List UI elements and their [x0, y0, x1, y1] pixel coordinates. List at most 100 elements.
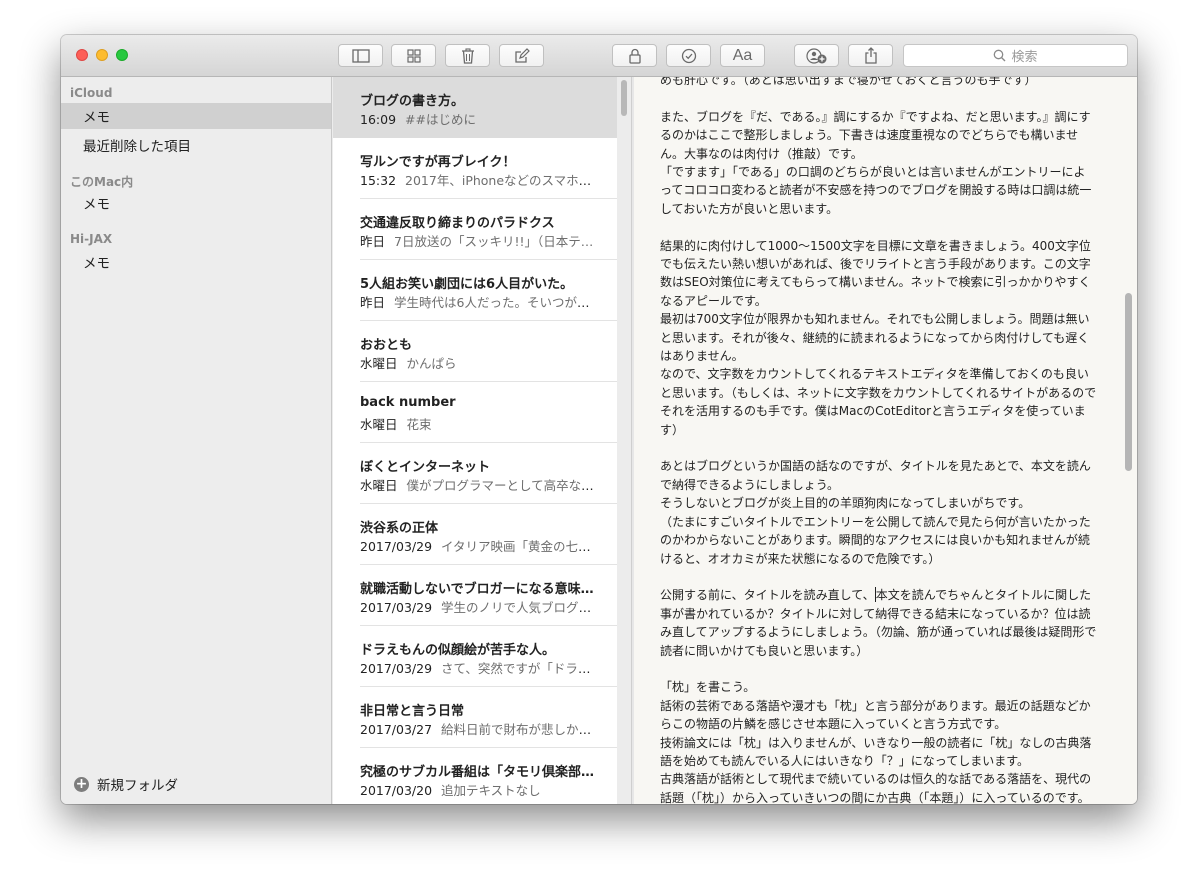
search-field[interactable]: 検索: [903, 44, 1128, 67]
note-list-item[interactable]: ぼくとインターネット 水曜日 僕がプログラマーとして高卒なが…: [333, 443, 617, 504]
account-header-hijax: Hi-JAX: [70, 232, 113, 246]
body-line: [660, 218, 1097, 236]
note-snippet: 2017年、iPhoneなどのスマホで…: [405, 173, 598, 188]
note-date: 昨日: [360, 295, 386, 310]
body-line: 話術の芸術である落語や漫才も「枕」と言う部分があります。最近の話題などからこの物…: [660, 698, 1091, 732]
folder-label: 最近削除した項目: [83, 139, 191, 155]
note-list: ブログの書き方。 16:09 ##はじめに 写ルンですが再ブレイク！ 15:32 2…: [333, 77, 617, 804]
note-date: 2017/03/27: [360, 722, 433, 737]
note-list-item[interactable]: 究極のサブカル番組は「タモリ倶楽部… 2017/03/20 追加テキストなし: [333, 748, 617, 804]
note-list-item[interactable]: おおとも 水曜日 かんぱら: [333, 321, 617, 382]
note-list-item[interactable]: 渋谷系の正体 2017/03/29 イタリア映画「黄金の七人…: [333, 504, 617, 565]
new-folder-button[interactable]: + 新規フォルダ: [74, 774, 178, 794]
body-line: [660, 439, 1097, 457]
minimize-window-button[interactable]: [96, 49, 108, 61]
note-editor[interactable]: めも肝心です。（あとは思い出すまで寝かせておくと言うのも手です） また、ブログを…: [634, 77, 1137, 804]
folders-sidebar: iCloud メモ 最近削除した項目 このMac内 メモ Hi-JAX メモ +…: [61, 77, 332, 804]
note-date: 水曜日: [360, 417, 398, 432]
new-note-button[interactable]: [499, 44, 544, 67]
note-title: おおとも: [360, 338, 413, 353]
note-date: 2017/03/29: [360, 661, 433, 676]
body-line: [660, 660, 1097, 678]
body-line: 「枕」を書こう。: [660, 680, 756, 695]
body-line: 古典落語が話術として現代まで続いているのは恒久的な話である落語を、現代の話題（「…: [660, 772, 1092, 804]
note-snippet: 学生のノリで人気ブログを…: [441, 600, 598, 615]
add-person-icon: [805, 47, 826, 64]
body-line: 最初は700文字位が限界かも知れません。それでも公開しましょう。問題は無いと思い…: [660, 312, 1090, 364]
folder-label: メモ: [83, 256, 110, 272]
body-line: めも肝心です。（あとは思い出すまで寝かせておくと言うのも手です）: [660, 77, 1037, 87]
sidebar-icon: [351, 48, 370, 63]
folder-icloud-memo[interactable]: メモ: [61, 103, 331, 129]
folder-hijax-memo[interactable]: メモ: [61, 249, 331, 275]
gallery-view-button[interactable]: [391, 44, 436, 67]
note-list-item[interactable]: back number 水曜日 花束: [333, 382, 617, 443]
zoom-window-button[interactable]: [116, 49, 128, 61]
note-list-item[interactable]: ドラえもんの似顔絵が苦手な人。 2017/03/29 さて、突然ですが「ドラえ…: [333, 626, 617, 687]
note-snippet: 学生時代は6人だった。そいつが脚…: [394, 295, 598, 310]
body-line: また、ブログを『だ、である。』調にするか『ですよね、だと思います。』調にするのか…: [660, 109, 1091, 161]
account-header-icloud: iCloud: [70, 86, 113, 100]
share-button[interactable]: [848, 44, 893, 67]
note-snippet: 僕がプログラマーとして高卒なが…: [406, 478, 598, 493]
note-date: 水曜日: [360, 356, 398, 371]
format-label: Aa: [732, 46, 753, 64]
note-title: ブログの書き方。: [360, 94, 465, 109]
note-date: 水曜日: [360, 478, 398, 493]
note-title: 写ルンですが再ブレイク！: [360, 155, 516, 170]
note-date: 2017/03/20: [360, 783, 433, 798]
editor-scrollbar[interactable]: [1125, 293, 1132, 471]
note-list-item[interactable]: 5人組お笑い劇団には6人目がいた。 昨日 学生時代は6人だった。そいつが脚…: [333, 260, 617, 321]
body-line: あとはブログというか国語の話なのですが、タイトルを見たあとで、本文を読んで納得で…: [660, 459, 1091, 492]
note-title: 究極のサブカル番組は「タモリ倶楽部…: [360, 765, 595, 780]
folder-recently-deleted[interactable]: 最近削除した項目: [61, 132, 331, 158]
body-line: なので、文字数をカウントしてくれるテキストエディタを準備しておくのも良いと思いま…: [660, 367, 1097, 437]
note-list-item[interactable]: 就職活動しないでブロガーになる意味… 2017/03/29 学生のノリで人気ブログ…: [333, 565, 617, 626]
format-button[interactable]: Aa: [720, 44, 765, 67]
note-title: 非日常と言う日常: [360, 704, 465, 719]
note-date: 16:09: [360, 112, 397, 127]
note-date: 2017/03/29: [360, 539, 433, 554]
note-title: 就職活動しないでブロガーになる意味…: [360, 582, 594, 597]
body-line: 結果的に肉付けして1000〜1500文字を目標に文章を書きましょう。400文字位…: [660, 238, 1091, 308]
close-window-button[interactable]: [76, 49, 88, 61]
notes-window: Aa 検索 iCloud メモ 最近削除した項目 このMac内 メモ Hi-JA…: [61, 35, 1137, 804]
note-list-scrollbar[interactable]: [621, 80, 627, 116]
note-list-item[interactable]: 写ルンですが再ブレイク！ 15:32 2017年、iPhoneなどのスマホで…: [333, 138, 617, 199]
trash-icon: [461, 47, 474, 64]
lock-icon: [628, 48, 641, 64]
add-people-button[interactable]: [794, 44, 839, 67]
note-list-item[interactable]: ブログの書き方。 16:09 ##はじめに: [333, 77, 617, 138]
folder-label: メモ: [83, 110, 110, 126]
folder-mac-memo[interactable]: メモ: [61, 190, 331, 216]
body-line: [660, 89, 1097, 107]
note-snippet: 給料日前で財布が悲しかっ…: [441, 722, 598, 737]
toggle-sidebar-button[interactable]: [338, 44, 383, 67]
checklist-button[interactable]: [666, 44, 711, 67]
note-date: 2017/03/29: [360, 600, 433, 615]
note-title: ぼくとインターネット: [360, 460, 491, 475]
title-bar: Aa 検索: [61, 35, 1137, 77]
note-body[interactable]: めも肝心です。（あとは思い出すまで寝かせておくと言うのも手です） また、ブログを…: [660, 77, 1097, 804]
plus-circle-icon: +: [74, 775, 89, 792]
body-line-with-caret: 公開する前に、タイトルを読み直して、本文を読んでちゃんとタイトルに関した事が書か…: [660, 586, 1097, 660]
note-title: ドラえもんの似顔絵が苦手な人。: [360, 643, 556, 658]
note-date: 昨日: [360, 234, 386, 249]
folder-label: メモ: [83, 197, 110, 213]
note-title: 渋谷系の正体: [360, 521, 439, 536]
note-snippet: さて、突然ですが「ドラえ…: [441, 661, 598, 676]
note-title: 交通違反取り締まりのパラドクス: [360, 216, 555, 231]
note-list-item[interactable]: 交通違反取り締まりのパラドクス 昨日 7日放送の「スッキリ!!」（日本テ…: [333, 199, 617, 260]
note-snippet: 7日放送の「スッキリ!!」（日本テ…: [394, 234, 594, 249]
note-snippet: ##はじめに: [405, 112, 476, 127]
search-placeholder: 検索: [1011, 50, 1038, 65]
delete-note-button[interactable]: [445, 44, 490, 67]
lock-note-button[interactable]: [612, 44, 657, 67]
note-title: 5人組お笑い劇団には6人目がいた。: [360, 277, 574, 292]
note-list-item[interactable]: 非日常と言う日常 2017/03/27 給料日前で財布が悲しかっ…: [333, 687, 617, 748]
search-icon: [994, 49, 1006, 62]
share-icon: [864, 47, 877, 64]
checkmark-circle-icon: [681, 48, 696, 63]
body-line: 「ですます」「である」の口調のどちらが良いとは言いませんがエントリーによってコロ…: [660, 165, 1092, 216]
body-line: そうしないとブログが炎上目的の羊頭狗肉になってしまいがちです。: [660, 496, 1031, 511]
